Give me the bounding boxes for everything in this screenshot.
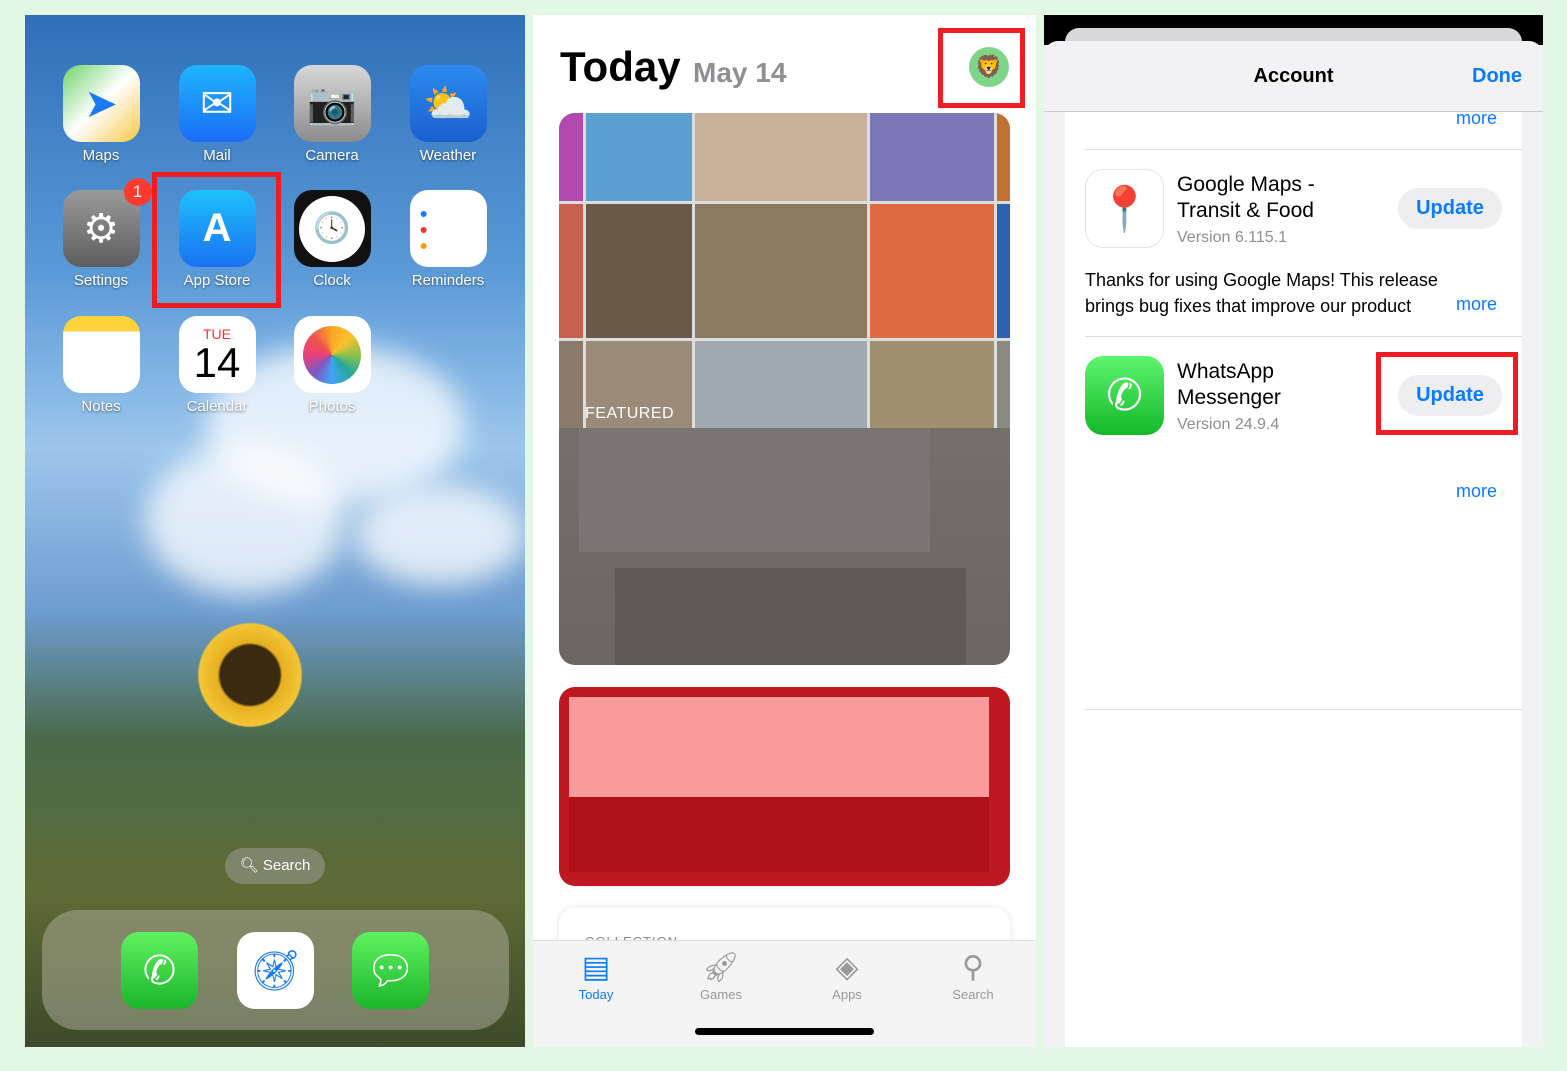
clock-icon: 🕓 — [293, 190, 371, 267]
app-name: Google Maps - Transit & Food — [1177, 173, 1315, 222]
tab-today[interactable]: ▤ Today — [546, 949, 646, 1002]
notes-icon — [62, 316, 140, 393]
google-maps-icon: 📍 — [1085, 169, 1164, 248]
more-link[interactable]: more — [1456, 294, 1497, 315]
weather-icon: ⛅ — [409, 65, 487, 142]
app-calendar[interactable]: TUE 14 Calendar — [167, 316, 267, 415]
camera-icon: 📷 — [293, 65, 371, 142]
layers-icon: ◈ — [835, 951, 859, 984]
done-button[interactable]: Done — [1472, 65, 1522, 88]
today-icon: ▤ — [581, 951, 611, 984]
featured-label: FEATURED — [585, 405, 675, 422]
photos-icon — [293, 316, 371, 393]
app-name: WhatsApp Messenger — [1177, 360, 1281, 409]
tab-apps[interactable]: ◈ Apps — [797, 949, 897, 1002]
tab-search[interactable]: ⚲ Search — [923, 949, 1023, 1002]
updates-list: more 📍 Google Maps - Transit & Food Versi… — [1065, 108, 1522, 1047]
maps-icon: ➤ — [62, 65, 140, 142]
featured-card[interactable]: FEATURED — [559, 113, 1010, 665]
app-camera[interactable]: 📷 Camera — [282, 65, 382, 164]
app-weather[interactable]: ⛅ Weather — [398, 65, 498, 164]
app-version: Version 24.9.4 — [1177, 416, 1280, 433]
search-icon: ⚲ — [962, 951, 984, 984]
more-link[interactable]: more — [1456, 108, 1497, 129]
safari-icon[interactable]: 🧭︎ — [237, 932, 314, 1009]
featured-image-collage — [559, 113, 1010, 428]
home-indicator — [695, 1028, 874, 1035]
highlight-update-button — [1376, 352, 1518, 435]
release-notes: Thanks for using Google Maps! This relea… — [1085, 270, 1438, 316]
highlight-avatar — [938, 28, 1025, 108]
more-link[interactable]: more — [1456, 481, 1497, 502]
app-settings[interactable]: ⚙ 1 Settings — [51, 178, 152, 289]
tab-games[interactable]: 🚀︎ Games — [671, 949, 771, 1002]
mail-icon: ✉ — [178, 65, 256, 142]
app-version: Version 6.115.1 — [1177, 229, 1288, 246]
app-photos[interactable]: Photos — [282, 316, 382, 415]
search-icon: 🔍︎ — [239, 857, 263, 874]
update-button[interactable]: Update — [1398, 188, 1502, 229]
settings-icon: ⚙ 1 — [62, 178, 152, 267]
wallpaper-sunflower — [190, 615, 310, 735]
app-store-today: Today May 14 🦁 FEATURED COLLECTION ▤Toda… — [533, 15, 1036, 1047]
messages-icon[interactable]: 💬︎ — [352, 932, 429, 1009]
rocket-icon: 🚀︎ — [701, 951, 741, 984]
highlight-app-store — [152, 172, 281, 308]
app-notes[interactable]: Notes — [51, 316, 151, 415]
notification-badge: 1 — [123, 178, 152, 206]
page-title: Today — [560, 43, 681, 90]
app-reminders[interactable]: ● ● ● Reminders — [398, 190, 498, 289]
story-card[interactable] — [559, 687, 1010, 886]
app-clock[interactable]: 🕓 Clock — [282, 190, 382, 289]
app-maps[interactable]: ➤ Maps — [51, 65, 151, 164]
app-mail[interactable]: ✉ Mail — [167, 65, 267, 164]
account-sheet: Account Done more 📍 Google Maps - Transit… — [1044, 15, 1543, 1047]
reminders-icon: ● ● ● — [409, 190, 487, 267]
whatsapp-icon: ✆ — [1085, 356, 1164, 435]
page-date: May 14 — [693, 57, 787, 88]
home-screen: ➤ Maps ✉ Mail 📷 Camera ⛅ Weather ⚙ 1 Settings … — [25, 15, 525, 1047]
dock: ✆ 🧭︎ 💬︎ — [42, 910, 509, 1030]
spotlight-search-button[interactable]: 🔍︎ Search — [225, 848, 325, 884]
calendar-icon: TUE 14 — [178, 316, 256, 393]
sheet-title: Account — [1253, 65, 1334, 87]
phone-icon[interactable]: ✆ — [121, 932, 198, 1009]
